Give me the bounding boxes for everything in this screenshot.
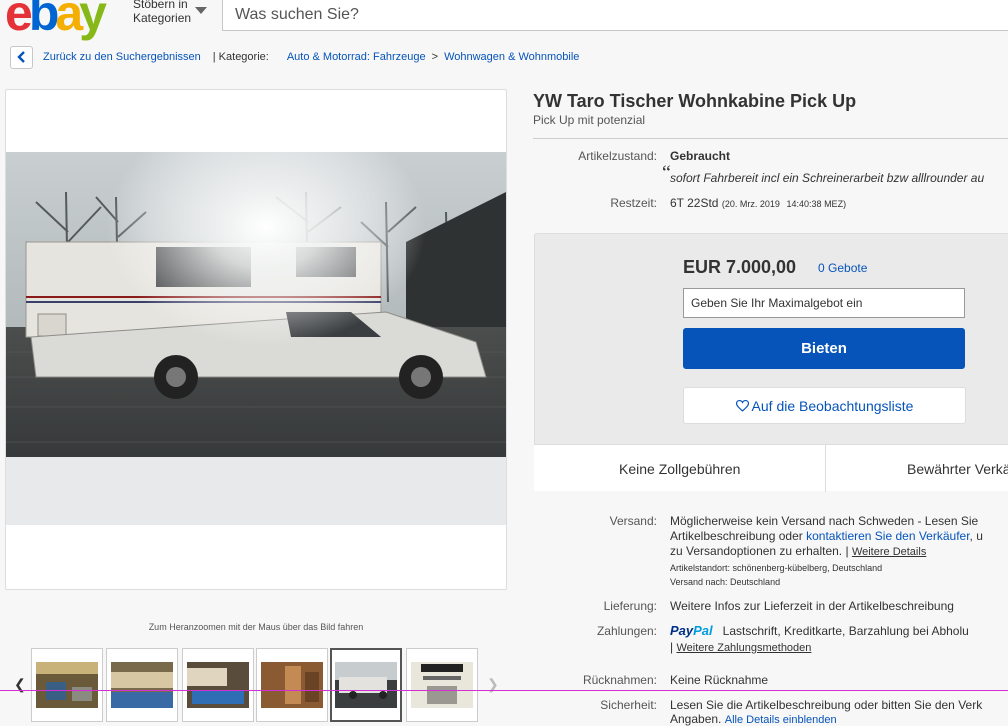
logo-letter-b: b	[28, 0, 59, 41]
site-header: ebay Stöbern in Kategorien	[0, 0, 1008, 41]
returns-value: Keine Rücknahme	[670, 673, 769, 687]
place-bid-button[interactable]: Bieten	[683, 328, 965, 369]
chevron-left-icon	[16, 51, 25, 63]
watchlist-label: Auf die Beobachtungsliste	[751, 397, 914, 414]
more-payment-methods: | Weitere Zahlungsmethoden	[670, 640, 811, 654]
thumbnail-image	[335, 662, 397, 708]
heart-icon	[735, 399, 749, 412]
condition-value: Gebraucht	[670, 149, 731, 163]
ebay-logo[interactable]: ebay	[5, 0, 107, 41]
thumbnail-image	[187, 662, 249, 708]
guide-line	[0, 690, 1008, 691]
max-bid-input[interactable]	[684, 289, 964, 317]
logo-letter-a: a	[55, 0, 83, 41]
main-product-image[interactable]	[6, 152, 506, 525]
delivery-label: Lieferung:	[603, 599, 657, 613]
contact-seller-link[interactable]: kontaktieren Sie den Verkäufer	[806, 529, 969, 543]
shipping-details-link[interactable]: Weitere Details	[852, 546, 926, 558]
ships-to: Versand nach: Deutschland	[670, 577, 781, 587]
category-label: | Kategorie:	[212, 51, 269, 63]
delivery-value: Weitere Infos zur Lieferzeit in der Arti…	[670, 599, 954, 613]
add-to-watchlist-button[interactable]: Auf die Beobachtungsliste	[683, 387, 966, 424]
chevron-down-icon[interactable]	[195, 7, 207, 14]
thumbnail-4[interactable]	[256, 648, 328, 722]
shipping-line3: zu Versandoptionen zu erhalten. | Weiter…	[670, 544, 926, 558]
max-bid-field[interactable]	[683, 288, 965, 318]
time-left-label: Restzeit:	[610, 196, 657, 210]
listing-title: YW Taro Tischer Wohnkabine Pick Up	[533, 91, 857, 111]
divider	[533, 138, 1008, 139]
search-box[interactable]	[222, 0, 1008, 31]
current-price: EUR 7.000,00	[683, 257, 797, 277]
show-all-details-link[interactable]: Alle Details einblenden	[725, 714, 837, 726]
shipping-line2-post: , u	[969, 529, 983, 543]
main-image-panel[interactable]	[5, 89, 507, 590]
end-time: 14:40:38 MEZ)	[786, 199, 847, 209]
listing-subtitle: Pick Up mit potenzial	[533, 113, 646, 127]
logo-letter-e: e	[5, 0, 33, 41]
thumbnail-image	[111, 662, 173, 708]
browse-label-line2: Kategorien	[133, 11, 192, 25]
condition-label: Artikelzustand:	[578, 149, 657, 163]
breadcrumb: Zurück zu den Suchergebnissen | Kategori…	[10, 45, 579, 69]
payment-methods-text: Lastschrift, Kreditkarte, Barzahlung bei…	[722, 624, 969, 638]
thumbnail-image	[411, 662, 473, 708]
time-left-value: 6T 22Std (20. Mrz. 2019 14:40:38 MEZ)	[670, 196, 846, 210]
security-line2-text: Angaben.	[670, 712, 722, 726]
pipe-divider: |	[845, 544, 849, 558]
logo-letter-y: y	[79, 0, 107, 41]
thumbnail-image	[36, 662, 98, 708]
browse-label-line1: Stöbern in	[133, 0, 188, 11]
thumbnail-image	[261, 662, 323, 708]
paypal-logo-pay: Pay	[670, 623, 694, 638]
payments-label: Zahlungen:	[596, 624, 657, 638]
trusted-seller: Bewährter Verkä	[907, 460, 1008, 477]
security-label: Sicherheit:	[600, 698, 657, 712]
paypal-logo: PayPal	[670, 623, 713, 638]
more-payment-methods-link[interactable]: Weitere Zahlungsmethoden	[676, 642, 811, 654]
thumbnail-strip: ❮ ❯	[0, 646, 510, 723]
thumbnail-2[interactable]	[106, 648, 178, 722]
trust-strip: Keine Zollgebühren Bewährter Verkä	[534, 444, 1008, 492]
shipping-line1: Möglicherweise kein Versand nach Schwede…	[670, 514, 979, 528]
strip-divider	[825, 445, 826, 492]
bid-count-link[interactable]: 0 Gebote	[818, 261, 867, 275]
breadcrumb-item-vehicles[interactable]: Auto & Motorrad: Fahrzeuge	[287, 51, 426, 63]
shipping-line2-pre: Artikelbeschreibung oder	[670, 529, 803, 543]
thumbnail-3[interactable]	[182, 648, 254, 722]
pipe-divider: |	[670, 640, 674, 654]
back-to-results-link[interactable]: Zurück zu den Suchergebnissen	[43, 51, 201, 63]
breadcrumb-item-caravans[interactable]: Wohnwagen & Wohnmobile	[444, 51, 579, 63]
zoom-hint: Zum Heranzoomen mit der Maus über das Bi…	[148, 622, 364, 632]
security-line2: Angaben. Alle Details einblenden	[670, 712, 837, 726]
thumbnail-6[interactable]	[406, 648, 478, 722]
time-left-duration: 6T 22Std	[670, 196, 719, 210]
thumbnail-1[interactable]	[31, 648, 103, 722]
security-line1: Lesen Sie die Artikelbeschreibung oder b…	[670, 698, 983, 712]
thumbnail-5-selected[interactable]	[330, 648, 402, 722]
payment-methods: PayPal Lastschrift, Kreditkarte, Barzahl…	[670, 623, 969, 638]
seller-note: sofort Fahrbereit incl ein Schreinerarbe…	[670, 171, 985, 185]
returns-label: Rücknahmen:	[582, 673, 657, 687]
shipping-label: Versand:	[609, 514, 657, 528]
back-button[interactable]	[10, 45, 33, 69]
paypal-logo-pal: Pal	[693, 623, 713, 638]
search-input[interactable]	[223, 0, 1008, 30]
item-location: Artikelstandort: schönenberg-kübelberg, …	[670, 563, 883, 573]
shipping-line3-pre: zu Versandoptionen zu erhalten.	[670, 544, 843, 558]
browse-categories-button[interactable]: Stöbern in Kategorien	[133, 0, 191, 25]
breadcrumb-separator: >	[431, 51, 439, 63]
no-customs-fees: Keine Zollgebühren	[619, 460, 741, 477]
shipping-line2: Artikelbeschreibung oder kontaktieren Si…	[670, 529, 983, 543]
end-date: (20. Mrz. 2019	[721, 199, 780, 209]
